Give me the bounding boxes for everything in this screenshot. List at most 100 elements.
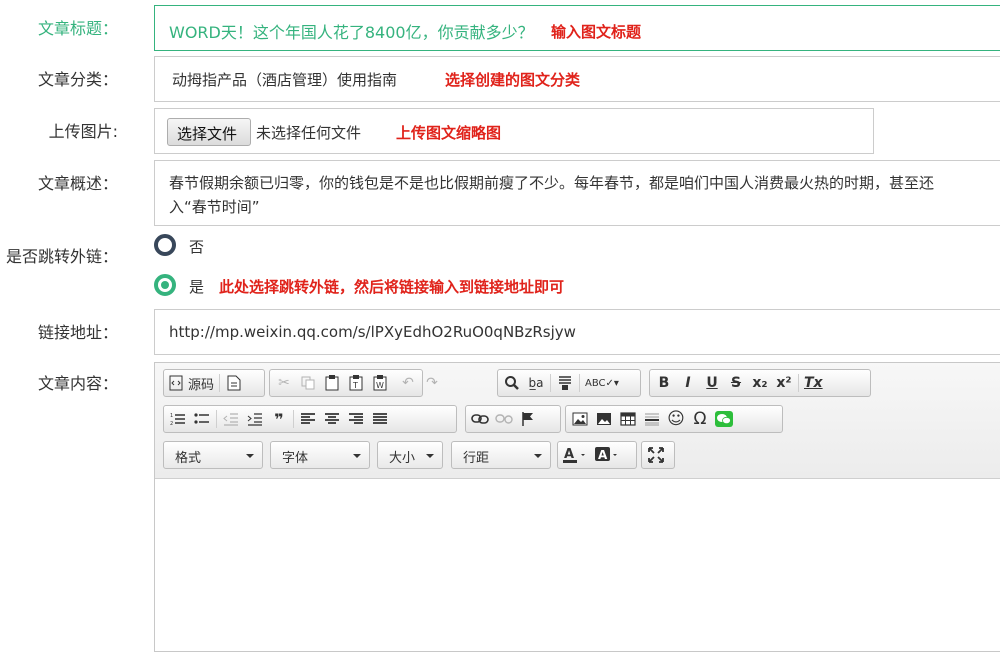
- bold-button[interactable]: B: [652, 372, 676, 394]
- strike-button[interactable]: S: [724, 372, 748, 394]
- justify-icon: [373, 413, 387, 424]
- title-value: WORD天！这个年国人花了8400亿，你贡献多少？: [169, 23, 534, 42]
- clipboard-group: ✂ T W ↶ ↷: [269, 369, 438, 397]
- category-hint: 选择创建的图文分类: [445, 71, 581, 89]
- link-group: [465, 405, 561, 433]
- link-icon: [471, 414, 489, 424]
- bulleted-list-button[interactable]: [190, 408, 214, 430]
- paste-button[interactable]: [320, 372, 344, 394]
- italic-button[interactable]: I: [676, 372, 700, 394]
- insert-table-button[interactable]: [616, 408, 640, 430]
- radio-yes[interactable]: [154, 274, 176, 296]
- paste-word-button[interactable]: W: [368, 372, 392, 394]
- image-label: 上传图片:: [48, 122, 118, 141]
- maximize-group: [641, 441, 675, 469]
- title-input[interactable]: WORD天！这个年国人花了8400亿，你贡献多少？ 输入图文标题: [154, 5, 1000, 51]
- editor-toolbar: 源码 ✂ T W ↶ ↷ b̲a ABC✓▾ B I U S x₂ x² Tx …: [155, 363, 1000, 479]
- text-color-button[interactable]: A: [560, 444, 592, 466]
- summary-textarea[interactable]: 春节假期余额已归零，你的钱包是不是也比假期前瘦了不少。每年春节，都是咱们中国人消…: [154, 160, 1000, 226]
- choose-file-button[interactable]: 选择文件: [167, 118, 251, 146]
- category-select[interactable]: 动拇指产品（酒店管理）使用指南 选择创建的图文分类: [154, 56, 1000, 102]
- align-center-icon: [325, 413, 339, 424]
- link-input[interactable]: http://mp.weixin.qq.com/s/lPXyEdhO2RuO0q…: [154, 309, 1000, 355]
- find-button[interactable]: [500, 372, 524, 394]
- special-char-button[interactable]: Ω: [688, 408, 712, 430]
- new-page-button[interactable]: [222, 372, 246, 394]
- paste-icon: [325, 375, 339, 391]
- background-color-button[interactable]: A: [592, 444, 624, 466]
- redo-button[interactable]: ↷: [420, 372, 444, 394]
- insert-photo-button[interactable]: [592, 408, 616, 430]
- subscript-button[interactable]: x₂: [748, 372, 772, 394]
- justify-button[interactable]: [368, 408, 392, 430]
- quote-icon: ❞: [274, 409, 284, 429]
- content-label: 文章内容：: [37, 374, 118, 393]
- subscript-icon: x₂: [752, 375, 768, 391]
- summary-line-2: 入“春节时间”: [169, 198, 260, 216]
- title-label: 文章标题：: [37, 19, 118, 38]
- size-combo[interactable]: 大小: [377, 441, 443, 469]
- table-icon: [620, 412, 636, 426]
- source-button[interactable]: 源码: [166, 372, 217, 394]
- align-center-button[interactable]: [320, 408, 344, 430]
- file-status: 未选择任何文件: [256, 124, 362, 142]
- indent-button[interactable]: [243, 408, 267, 430]
- font-combo[interactable]: 字体: [270, 441, 370, 469]
- insert-image-button[interactable]: [568, 408, 592, 430]
- cut-button[interactable]: ✂: [272, 372, 296, 394]
- basic-style-group: B I U S x₂ x² Tx: [649, 369, 871, 397]
- spellcheck-button[interactable]: ABC✓▾: [582, 372, 622, 394]
- image-hint: 上传图文缩略图: [396, 124, 502, 142]
- italic-icon: I: [685, 375, 691, 391]
- bold-icon: B: [658, 375, 670, 391]
- editor-content-area[interactable]: [155, 479, 1000, 649]
- link-value: http://mp.weixin.qq.com/s/lPXyEdhO2RuO0q…: [169, 323, 576, 341]
- smiley-icon: ☺: [667, 409, 685, 429]
- horizontal-rule-button[interactable]: [640, 408, 664, 430]
- bulleted-list-icon: [194, 413, 209, 424]
- numbered-list-button[interactable]: 12: [166, 408, 190, 430]
- replace-button[interactable]: b̲a: [524, 372, 548, 394]
- radio-no[interactable]: [154, 234, 176, 256]
- format-combo[interactable]: 格式: [163, 441, 263, 469]
- redirect-label: 是否跳转外链：: [5, 247, 118, 266]
- underline-icon: U: [706, 375, 718, 391]
- flag-icon: [522, 412, 533, 426]
- strike-icon: S: [730, 375, 742, 391]
- superscript-icon: x²: [776, 375, 792, 391]
- remove-format-button[interactable]: Tx: [801, 372, 826, 394]
- blockquote-button[interactable]: ❞: [267, 408, 291, 430]
- clear-format-icon: Tx: [804, 375, 823, 391]
- svg-text:A: A: [564, 447, 574, 462]
- svg-text:2: 2: [170, 421, 173, 426]
- replace-icon: b̲a: [528, 376, 544, 390]
- indent-icon: [247, 413, 262, 426]
- maximize-button[interactable]: [644, 444, 668, 466]
- copy-button[interactable]: [296, 372, 320, 394]
- wechat-button[interactable]: [712, 408, 736, 430]
- anchor-button[interactable]: [516, 408, 540, 430]
- unlink-button[interactable]: [492, 408, 516, 430]
- line-height-combo[interactable]: 行距: [451, 441, 551, 469]
- svg-text:A: A: [598, 448, 608, 462]
- outdent-button[interactable]: [219, 408, 243, 430]
- summary-label: 文章概述：: [37, 174, 118, 193]
- link-label: 链接地址：: [37, 323, 118, 342]
- smiley-button[interactable]: ☺: [664, 408, 688, 430]
- superscript-button[interactable]: x²: [772, 372, 796, 394]
- chevron-down-icon: [534, 454, 542, 458]
- category-label: 文章分类：: [37, 70, 118, 89]
- undo-button[interactable]: ↶: [396, 372, 420, 394]
- select-all-button[interactable]: [553, 372, 577, 394]
- paragraph-group: 12 ❞: [163, 405, 457, 433]
- insert-link-button[interactable]: [468, 408, 492, 430]
- unlink-icon: [495, 414, 513, 424]
- underline-button[interactable]: U: [700, 372, 724, 394]
- svg-text:T: T: [352, 381, 358, 390]
- chevron-down-icon: [426, 454, 434, 458]
- paste-text-button[interactable]: T: [344, 372, 368, 394]
- background-color-icon: A: [595, 447, 617, 462]
- align-left-button[interactable]: [296, 408, 320, 430]
- align-right-button[interactable]: [344, 408, 368, 430]
- color-group: A A: [557, 441, 637, 469]
